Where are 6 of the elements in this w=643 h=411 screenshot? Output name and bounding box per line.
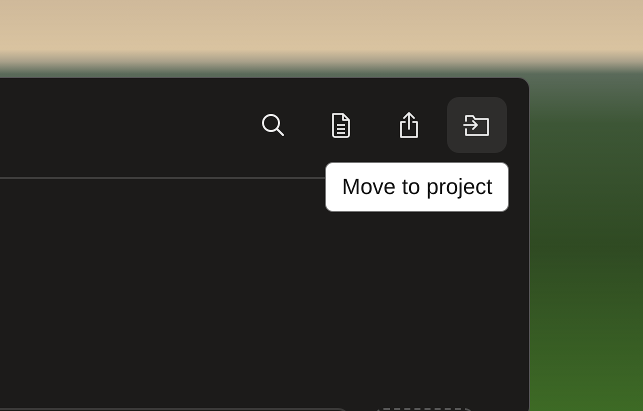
search-icon [260,112,286,138]
share-icon [397,111,421,139]
tooltip: Move to project [325,162,510,212]
move-button[interactable] [447,97,507,153]
document-icon [330,112,352,138]
folder-arrow-icon [463,113,491,137]
